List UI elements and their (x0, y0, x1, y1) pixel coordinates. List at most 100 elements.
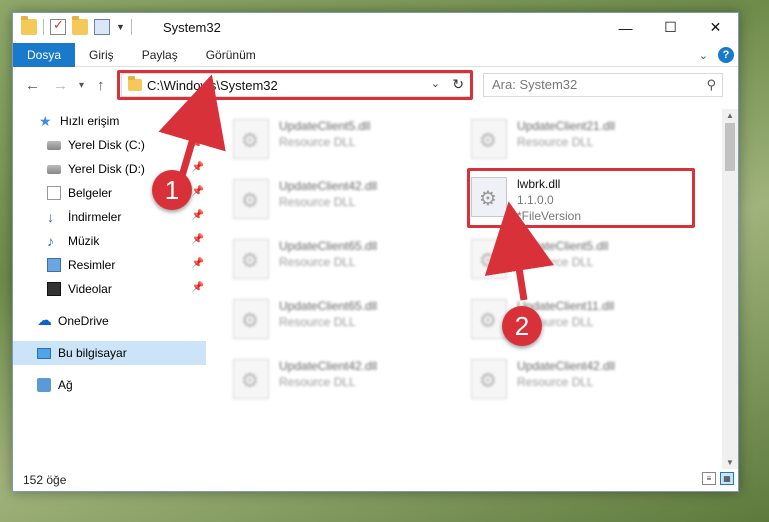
sidebar-item-label: Belgeler (68, 186, 113, 200)
file-item[interactable]: UpdateClient42.dll Resource DLL (221, 355, 441, 405)
file-item[interactable]: UpdateClient21.dll Resource DLL (459, 115, 679, 165)
sidebar-item-videos[interactable]: Videolar 📌 (47, 277, 206, 301)
file-name: UpdateClient42.dll (279, 359, 378, 373)
sidebar-item-this-pc[interactable]: Bu bilgisayar (13, 341, 206, 365)
explorer-window: ▼ System32 — ☐ ✕ Dosya Giriş Paylaş Görü… (12, 12, 739, 492)
title-bar: ▼ System32 — ☐ ✕ (13, 13, 738, 43)
toolbar-divider (43, 19, 44, 35)
pin-icon[interactable]: 📌 (192, 138, 204, 149)
expand-ribbon-chevron-icon[interactable]: ⌄ (699, 49, 708, 62)
ribbon-right-controls: ⌄ ? (699, 47, 734, 63)
drive-icon (47, 164, 61, 174)
pin-icon[interactable]: 📌 (192, 162, 204, 173)
dll-file-icon (471, 359, 507, 399)
pin-icon[interactable]: 📌 (192, 258, 204, 269)
sidebar-item-label: Videolar (68, 282, 112, 296)
address-dropdown-icon[interactable]: ⌄ (431, 77, 440, 90)
file-item[interactable]: UpdateClient65.dll Resource DLL (221, 235, 441, 285)
up-arrow-icon[interactable]: ↑ (97, 77, 105, 94)
sidebar-item-downloads[interactable]: ↓ İndirmeler 📌 (47, 205, 206, 229)
tiles-view-icon[interactable]: ▦ (720, 472, 734, 485)
file-name: UpdateClient21.dll (517, 119, 616, 133)
pin-icon[interactable]: 📌 (192, 210, 204, 221)
file-list: UpdateClient5.dll Resource DLL UpdateCli… (221, 109, 721, 469)
ribbon-tabs: Dosya Giriş Paylaş Görünüm ⌄ ? (13, 42, 738, 67)
file-name: UpdateClient65.dll (279, 239, 378, 253)
window-controls: — ☐ ✕ (603, 13, 738, 42)
details-view-icon[interactable]: ≡ (702, 472, 716, 485)
file-item[interactable]: UpdateClient42.dll Resource DLL (459, 355, 679, 405)
file-version-label: *FileVersion (517, 209, 582, 223)
folder-icon (128, 76, 142, 91)
sidebar-item-quick-access[interactable]: ★ Hızlı erişim (39, 109, 232, 133)
dll-file-icon (233, 359, 269, 399)
scroll-up-icon[interactable]: ▲ (726, 111, 734, 120)
dll-file-icon (233, 119, 269, 159)
file-name: UpdateClient42.dll (279, 179, 378, 193)
documents-icon (47, 186, 61, 200)
view-toggle: ≡ ▦ (702, 472, 734, 485)
recent-locations-dropdown-icon[interactable]: ▾ (79, 80, 84, 91)
dll-file-icon (471, 119, 507, 159)
network-icon (37, 378, 51, 392)
pin-icon[interactable]: 📌 (192, 234, 204, 245)
properties-icon[interactable] (94, 19, 110, 35)
customize-toolbar-dropdown-icon[interactable]: ▼ (116, 22, 125, 32)
window-title: System32 (163, 20, 221, 35)
computer-icon (37, 347, 51, 359)
dll-file-icon (233, 239, 269, 279)
sidebar-item-label: Resimler (68, 258, 116, 272)
sidebar-item-onedrive[interactable]: ☁ OneDrive (37, 309, 206, 333)
vertical-scrollbar[interactable]: ▲ ▼ (722, 109, 738, 469)
minimize-button[interactable]: — (603, 13, 648, 42)
sidebar-item-drive-c[interactable]: Yerel Disk (C:) 📌 (47, 133, 206, 157)
sidebar-item-label: Ağ (58, 378, 73, 392)
tab-file[interactable]: Dosya (13, 42, 76, 67)
file-item[interactable]: UpdateClient42.dll Resource DLL (221, 175, 441, 225)
sidebar-item-network[interactable]: Ağ (37, 373, 206, 397)
close-button[interactable]: ✕ (693, 13, 738, 42)
search-icon[interactable]: ⚲ (706, 74, 716, 96)
file-description: Resource DLL (517, 255, 594, 269)
file-item[interactable]: UpdateClient11.dll Resource DLL (459, 295, 679, 345)
maximize-button[interactable]: ☐ (648, 13, 693, 42)
file-name: UpdateClient5.dll (279, 119, 371, 133)
new-folder-icon[interactable] (72, 16, 88, 35)
sidebar-item-music[interactable]: ♪ Müzik 📌 (47, 229, 206, 253)
tab-share[interactable]: Paylaş (128, 43, 192, 67)
file-item-lwbrk[interactable]: lwbrk.dll 1.1.0.0 *FileVersion (459, 173, 699, 223)
search-input[interactable]: Ara: System32 ⚲ (483, 73, 723, 97)
music-icon: ♪ (47, 233, 54, 249)
help-icon[interactable]: ? (718, 47, 734, 63)
sidebar-item-label: Bu bilgisayar (58, 346, 127, 360)
address-bar[interactable]: C:\Windows\System32 ⌄ ↻ (121, 73, 471, 97)
cloud-icon: ☁ (37, 312, 52, 329)
pin-icon[interactable]: 📌 (192, 186, 204, 197)
tab-view[interactable]: Görünüm (192, 43, 270, 67)
forward-arrow-icon[interactable]: → (53, 77, 68, 94)
properties-check-icon[interactable] (50, 17, 66, 35)
back-arrow-icon[interactable]: ← (25, 77, 40, 94)
file-item[interactable]: UpdateClient5.dll Resource DLL (459, 235, 679, 285)
file-item[interactable]: UpdateClient5.dll Resource DLL (221, 115, 441, 165)
file-name: UpdateClient5.dll (517, 239, 609, 253)
sidebar-item-label: Yerel Disk (C:) (68, 138, 145, 152)
scrollbar-thumb[interactable] (725, 123, 735, 171)
scroll-down-icon[interactable]: ▼ (726, 458, 734, 467)
file-name: UpdateClient65.dll (279, 299, 378, 313)
sidebar-item-pictures[interactable]: Resimler 📌 (47, 253, 206, 277)
sidebar-item-label: OneDrive (58, 314, 109, 328)
folder-icon (21, 16, 37, 35)
dll-file-icon (471, 177, 507, 217)
file-description: Resource DLL (517, 375, 594, 389)
file-item[interactable]: UpdateClient65.dll Resource DLL (221, 295, 441, 345)
file-description: Resource DLL (279, 375, 356, 389)
address-path: C:\Windows\System32 (147, 77, 278, 93)
search-placeholder: Ara: System32 (492, 77, 578, 92)
navigation-bar: ← → ▾ ↑ C:\Windows\System32 ⌄ ↻ Ara: Sys… (13, 69, 738, 101)
pin-icon[interactable]: 📌 (192, 282, 204, 293)
tab-home[interactable]: Giriş (75, 43, 128, 67)
refresh-icon[interactable]: ↻ (452, 76, 464, 93)
file-name: UpdateClient42.dll (517, 359, 616, 373)
downloads-icon: ↓ (47, 209, 54, 225)
